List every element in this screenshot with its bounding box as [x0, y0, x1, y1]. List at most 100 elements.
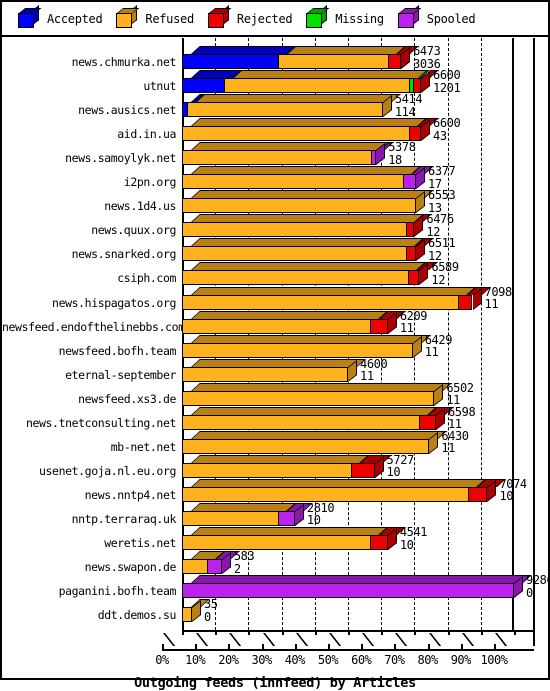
bar-top-face — [191, 527, 388, 535]
legend-item-spooled: Spooled — [397, 4, 476, 29]
bar-value-labels: 6600 1201 — [433, 69, 461, 95]
x-tick-upper — [414, 630, 417, 635]
y-axis-label: news.nntp4.net — [84, 487, 177, 502]
bar-value-labels: 6473 3036 — [413, 44, 441, 70]
bar-segment-rejected — [369, 535, 388, 550]
bar-segment-refused — [182, 366, 348, 382]
bar-secondary-value: 10 — [306, 513, 321, 528]
x-tick-upper — [215, 630, 218, 635]
bar-segment-refused — [182, 294, 458, 310]
bar-value-labels: 5414 114 — [394, 92, 423, 118]
bar-value-labels: 7098 11 — [485, 285, 513, 311]
bar-segment-rejected — [412, 78, 422, 94]
legend-item-accepted: Accepted — [18, 4, 103, 29]
bar-secondary-value: 10 — [386, 465, 401, 480]
bar-top-face — [191, 46, 297, 54]
legend-item-label: Spooled — [426, 11, 476, 26]
bar-total-value: 4541 — [399, 525, 428, 539]
bar-segment-refused — [182, 222, 407, 238]
x-tick-upper — [480, 630, 483, 635]
x-tick-upper — [314, 630, 317, 635]
bar-top-face — [191, 430, 448, 439]
bar-value-labels: 6600 43 — [433, 116, 461, 142]
x-tick-connector — [196, 633, 209, 646]
bar-total-value: 5414 — [394, 92, 423, 107]
legend-item-label: Accepted — [47, 11, 103, 26]
bar-segment-refused — [182, 246, 407, 262]
bar-secondary-value: 0 — [526, 585, 533, 600]
bar-segment-refused — [182, 559, 207, 575]
y-axis-label: news.hispagatos.org — [52, 295, 176, 310]
bar-top-face — [191, 334, 431, 343]
bar-segment-refused — [223, 78, 410, 94]
x-tick-lower — [361, 644, 364, 649]
bar-segment-rejected — [409, 126, 422, 142]
bar-top-face — [195, 94, 401, 103]
x-tick-lower — [261, 644, 264, 649]
bar-top-face — [191, 454, 370, 463]
bar-value-labels: 35 0 — [204, 598, 218, 623]
bar-segment-rejected — [387, 54, 402, 69]
x-tick-lower — [162, 644, 164, 649]
bar-segment-refused — [182, 270, 408, 286]
y-axis-label: news.chmurka.net — [71, 55, 177, 69]
gridline-90 — [480, 38, 482, 630]
bar-value-labels: 6502 11 — [446, 382, 474, 407]
bar-segment-rejected — [406, 246, 417, 262]
bar-value-labels: 2810 10 — [306, 502, 335, 528]
bar-secondary-value: 1201 — [433, 80, 461, 95]
bar-value-labels: 6377 17 — [428, 165, 456, 190]
x-axis-tick-label: 100% — [480, 653, 508, 667]
bar-value-labels: 5727 10 — [386, 454, 415, 480]
bar-value-labels: 6553 13 — [428, 189, 456, 214]
x-tick-lower — [294, 644, 297, 649]
chart-legend: Accepted Refused Rejected Missing Spooled — [2, 2, 548, 37]
bar-top-face — [191, 310, 388, 319]
x-tick-upper — [182, 630, 184, 635]
bar-top-face — [191, 262, 426, 271]
bar-segment-refused — [182, 318, 370, 334]
legend-item-missing: Missing — [306, 4, 384, 29]
x-tick-lower — [195, 644, 198, 649]
bar-top-face — [191, 382, 453, 391]
x-tick-upper — [447, 630, 450, 635]
bar-value-labels: 6429 11 — [425, 334, 453, 359]
bar-total-value: 6473 — [413, 44, 441, 58]
legend-item-label: Missing — [335, 11, 384, 26]
y-axis-label: news.1d4.us — [104, 199, 176, 214]
bar-segment-spooled — [402, 174, 417, 190]
x-tick-connector — [295, 633, 308, 646]
bar-segment-spooled — [182, 583, 514, 599]
y-axis-label: news.ausics.net — [78, 103, 176, 118]
bar-secondary-value: 11 — [360, 369, 374, 384]
bar-top-face — [191, 286, 476, 295]
cube-icon — [397, 4, 422, 29]
y-axis-label: paganini.bofh.team — [58, 584, 177, 599]
chart-page: Accepted Refused Rejected Missing Spooled Ou… — [0, 0, 550, 691]
bar-value-labels: 6598 11 — [448, 406, 476, 431]
bar-secondary-value: 12 — [431, 272, 446, 287]
bar-segment-refused — [182, 535, 370, 550]
y-axis-label: newsfeed.bofh.team — [58, 343, 177, 358]
x-tick-connector — [329, 633, 342, 646]
x-tick-upper — [381, 630, 384, 635]
x-tick-connector — [262, 633, 275, 646]
y-axis-label: aid.in.ua — [117, 127, 176, 142]
bar-top-face — [191, 118, 428, 127]
outer-frame-right — [533, 38, 535, 646]
bar-total-value: 6600 — [433, 116, 461, 131]
bar-value-labels: 5378 18 — [388, 141, 416, 166]
x-tick-connector — [362, 633, 375, 646]
bar-value-labels: 4541 10 — [399, 525, 428, 551]
bar-segment-spooled — [278, 510, 295, 526]
bar-top-face — [191, 502, 297, 511]
x-tick-connector — [461, 633, 474, 646]
bar-top-face — [191, 575, 532, 584]
bar-segment-refused — [182, 510, 279, 526]
cube-icon — [116, 4, 140, 29]
bar-segment-refused — [278, 54, 388, 69]
bar-segment-accepted — [182, 54, 279, 69]
bar-segment-rejected — [457, 294, 473, 310]
x-tick-connector — [163, 633, 176, 646]
y-axis-label: newsfeed.endofthelinebbs.com — [2, 319, 185, 334]
